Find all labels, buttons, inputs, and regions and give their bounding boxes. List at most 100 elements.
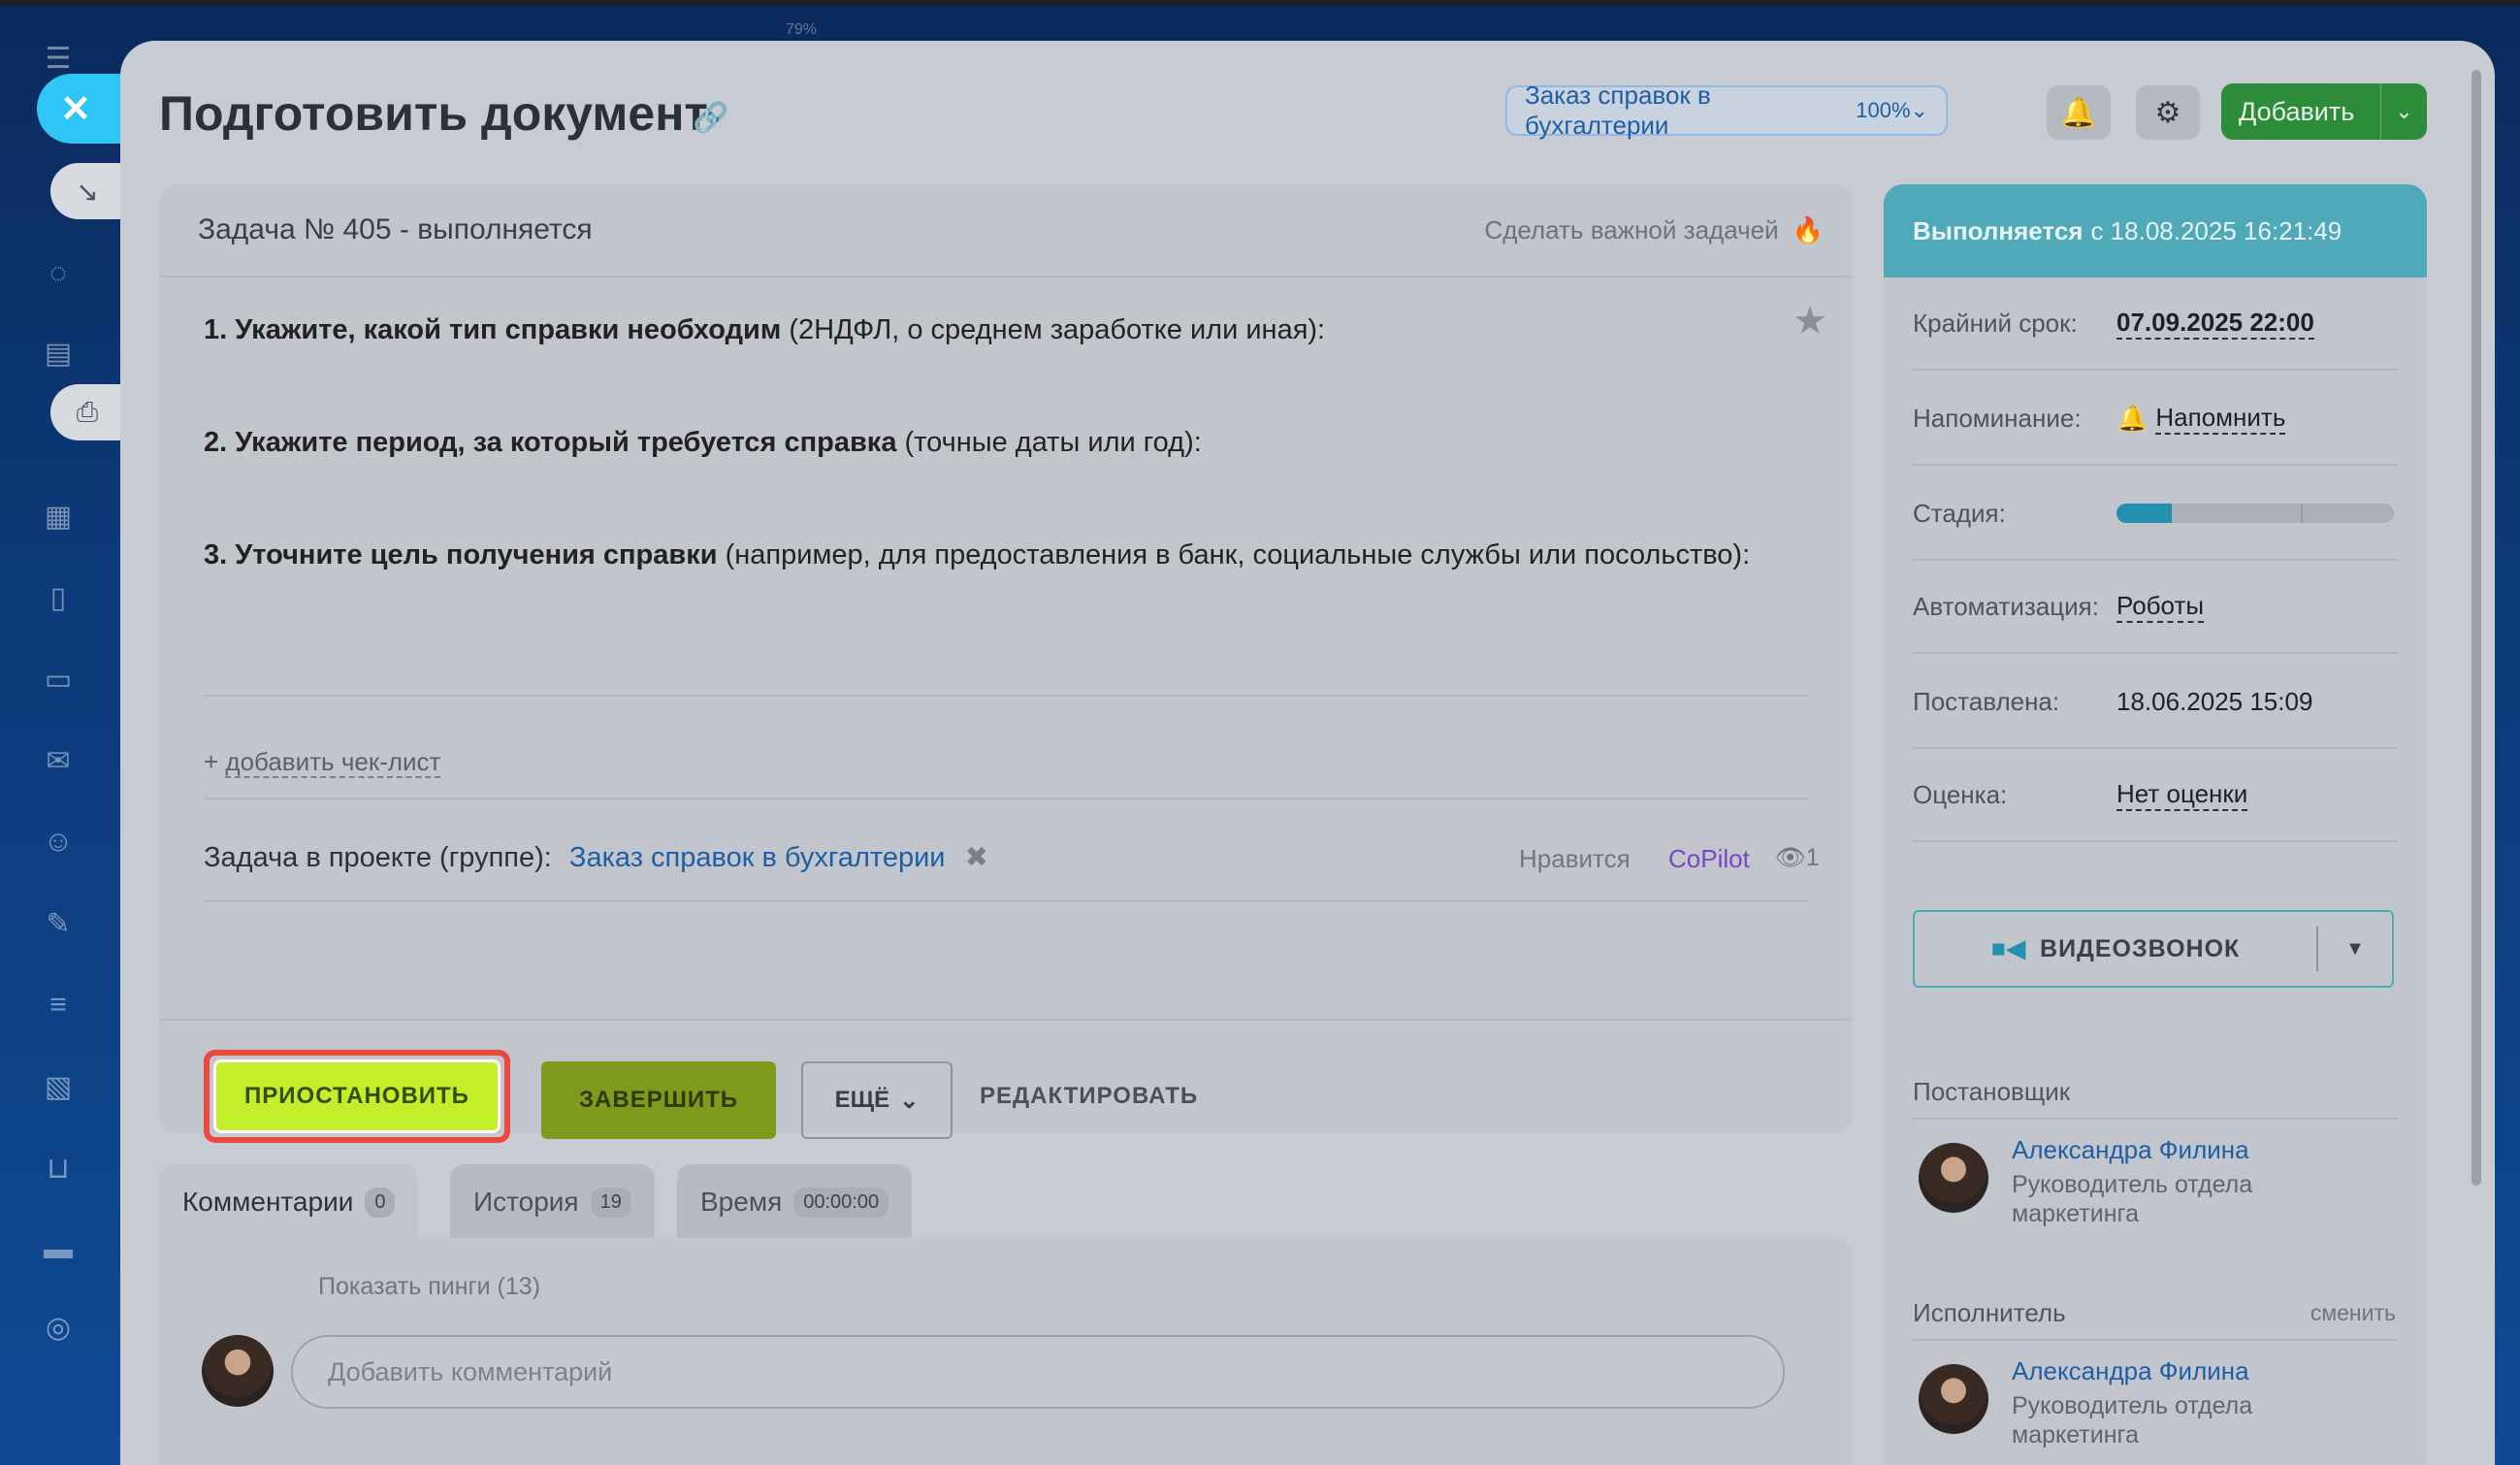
forms-icon[interactable]: ▧ <box>39 1067 78 1106</box>
automation-link[interactable]: Роботы <box>2116 591 2205 623</box>
description-line-1: 1. Укажите, какой тип справки необходим … <box>204 314 1325 346</box>
project-row: Задача в проекте (группе): Заказ справок… <box>204 840 988 874</box>
description-line-3: 3. Уточните цель получения справки (напр… <box>204 539 1750 571</box>
remove-project-icon[interactable]: ✖ <box>965 842 988 873</box>
copilot-link[interactable]: CoPilot <box>1668 844 1750 874</box>
finish-button[interactable]: ЗАВЕРШИТЬ <box>541 1061 776 1139</box>
bell-icon: 🔔 <box>2116 403 2148 433</box>
page-title: Подготовить документ <box>159 86 708 141</box>
avatar <box>1919 1143 1988 1213</box>
task-actions-bar: ПРИОСТАНОВИТЬ ЗАВЕРШИТЬ ЕЩЁ ⌄ РЕДАКТИРОВ… <box>159 1019 1853 1143</box>
reminder-label: Напоминание: <box>1913 403 2082 433</box>
tasks-icon[interactable]: ▤ <box>39 334 78 373</box>
stage-row: Стадия: <box>1913 468 2398 561</box>
divider <box>204 695 1808 697</box>
task-info-panel: Выполняется с 18.08.2025 16:21:49 Крайни… <box>1884 184 2427 1465</box>
avatar <box>202 1335 274 1407</box>
star-icon[interactable]: ★ <box>1793 299 1827 343</box>
tab-comments[interactable]: Комментарии 0 <box>159 1164 419 1240</box>
creator-label: Постановщик <box>1913 1077 2071 1106</box>
chevron-down-icon[interactable]: ▼ <box>2316 927 2392 971</box>
tab-history[interactable]: История 19 <box>450 1164 655 1240</box>
chevron-down-icon: ⌄ <box>899 1087 920 1114</box>
task-number-status: Задача № 405 - выполняется <box>198 213 593 245</box>
print-icon[interactable]: ⎙ <box>50 384 124 440</box>
close-slider-button[interactable]: ✕ <box>37 74 124 144</box>
stage-progress[interactable] <box>2116 504 2394 523</box>
divider <box>1913 1118 2398 1120</box>
views-count: 1 <box>1805 844 1820 871</box>
camera-icon: ■◀ <box>1990 935 2027 962</box>
show-pings-link[interactable]: Показать пинги (13) <box>318 1273 540 1301</box>
description-text: (точные даты или год): <box>896 427 1202 458</box>
assignee-name[interactable]: Александра Филина <box>2012 1356 2249 1386</box>
collapse-icon[interactable]: ↘ <box>50 163 124 219</box>
eye-icon: 👁 <box>1775 844 1806 871</box>
stage-label: Стадия: <box>1913 498 2006 528</box>
sign-icon[interactable]: ✎ <box>39 904 78 943</box>
more-button[interactable]: ЕЩЁ ⌄ <box>801 1061 953 1139</box>
mail-icon[interactable]: ✉ <box>39 741 78 780</box>
calendar-icon[interactable]: ▦ <box>39 497 78 536</box>
tab-count: 00:00:00 <box>793 1187 889 1218</box>
assignee-card: Александра Филина Руководитель отдела ма… <box>1913 1356 2398 1449</box>
zoom-indicator: 79% <box>786 21 818 38</box>
add-checklist-link[interactable]: + добавить чек-лист <box>204 747 441 778</box>
divider <box>204 900 1808 902</box>
chevron-down-icon: ⌄ <box>1910 98 1928 122</box>
make-important-link[interactable]: Сделать важной задачей 🔥 <box>1484 215 1824 245</box>
project-progress-percent: 100% <box>1856 98 1911 122</box>
gear-icon[interactable]: ⚙ <box>2136 85 2200 140</box>
copy-link-icon[interactable]: 🔗 <box>693 101 728 135</box>
project-link[interactable]: Заказ справок в бухгалтерии <box>569 842 946 873</box>
project-selector[interactable]: Заказ справок в бухгалтерии 100% ⌄ <box>1505 81 1948 140</box>
task-slider-panel: Подготовить документ 🔗 Заказ справок в б… <box>120 41 2495 1465</box>
scrollbar[interactable] <box>2472 70 2481 1186</box>
settings-icon[interactable]: ◎ <box>39 1308 78 1347</box>
add-button[interactable]: Добавить ⌄ <box>2221 83 2427 140</box>
reminder-row: Напоминание: 🔔 Напомнить <box>1913 373 2398 466</box>
drive-icon[interactable]: ▭ <box>39 660 78 699</box>
filter-icon[interactable]: ≡ <box>39 986 78 1025</box>
menu-icon[interactable]: ☰ <box>39 39 78 78</box>
deadline-value[interactable]: 07.09.2025 22:00 <box>2116 308 2314 340</box>
left-sidebar: ☰ ✕ ↘ ◌ ▤ ⎙ ▦ ▯ ▭ ✉ ☺ ✎ ≡ ▧ ⊔ ▬ ◎ <box>0 0 124 1465</box>
apps-icon[interactable]: ▬ <box>39 1230 78 1269</box>
created-row: Поставлена: 18.06.2025 15:09 <box>1913 656 2398 749</box>
project-row-label: Задача в проекте (группе): <box>204 842 552 873</box>
creator-position: Руководитель отдела маркетинга <box>2012 1171 2253 1227</box>
rating-link[interactable]: Нет оценки <box>2116 779 2248 811</box>
stage-progress-fill <box>2116 504 2173 523</box>
pause-button[interactable]: ПРИОСТАНОВИТЬ <box>213 1059 501 1133</box>
automation-label: Автоматизация: <box>1913 591 2099 621</box>
more-button-label: ЕЩЁ <box>834 1087 890 1113</box>
avatar <box>1919 1364 1988 1434</box>
tab-label: История <box>473 1187 579 1217</box>
comment-input[interactable]: Добавить комментарий <box>291 1335 1785 1409</box>
feed-icon[interactable]: ◌ <box>39 254 78 293</box>
bell-icon[interactable]: 🔔 <box>2047 85 2111 140</box>
status-header: Выполняется с 18.08.2025 16:21:49 <box>1884 184 2427 277</box>
tab-label: Комментарии <box>182 1187 354 1217</box>
pause-button-highlight: ПРИОСТАНОВИТЬ <box>204 1050 510 1143</box>
chevron-down-icon[interactable]: ⌄ <box>2380 83 2427 140</box>
description-bold: 1. Укажите, какой тип справки необходим <box>204 314 782 345</box>
tab-time[interactable]: Время 00:00:00 <box>677 1164 913 1240</box>
edit-button[interactable]: РЕДАКТИРОВАТЬ <box>980 1083 1198 1110</box>
created-value: 18.06.2025 15:09 <box>2116 686 2313 716</box>
add-button-label: Добавить <box>2239 96 2355 126</box>
reminder-link[interactable]: Напомнить <box>2155 403 2286 435</box>
contacts-icon[interactable]: ☺ <box>39 823 78 862</box>
video-call-button[interactable]: ■◀ ВИДЕОЗВОНОК ▼ <box>1913 910 2394 988</box>
rating-label: Оценка: <box>1913 779 2008 809</box>
assignee-position: Руководитель отдела маркетинга <box>2012 1392 2253 1449</box>
video-call-main[interactable]: ■◀ ВИДЕОЗВОНОК <box>1915 934 2316 963</box>
cart-icon[interactable]: ⊔ <box>39 1149 78 1188</box>
change-assignee-link[interactable]: сменить <box>2310 1300 2396 1326</box>
stage-tick <box>2301 504 2303 523</box>
video-call-label: ВИДЕОЗВОНОК <box>2040 934 2241 962</box>
creator-name[interactable]: Александра Филина <box>2012 1135 2249 1165</box>
add-checklist-label: добавить чек-лист <box>225 747 441 778</box>
like-link[interactable]: Нравится <box>1519 844 1631 874</box>
docs-icon[interactable]: ▯ <box>39 578 78 617</box>
